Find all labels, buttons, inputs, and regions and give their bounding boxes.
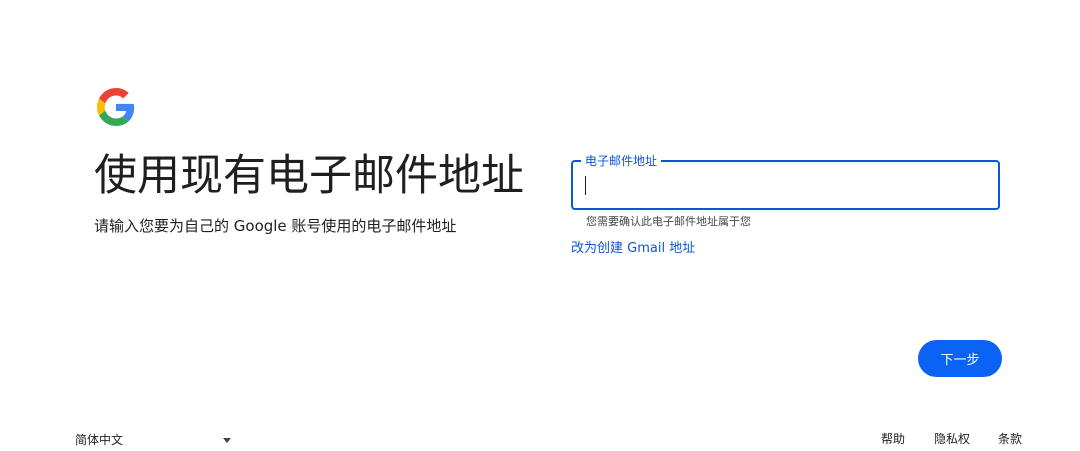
email-helper-text: 您需要确认此电子邮件地址属于您 [586,215,751,228]
text-cursor [585,176,586,195]
google-logo-icon [97,88,135,126]
email-field[interactable]: 电子邮件地址 [571,153,1000,210]
page-title: 使用现有电子邮件地址 [94,151,524,201]
next-button[interactable]: 下一步 [918,340,1002,377]
terms-link[interactable]: 条款 [998,431,1022,447]
page-subtitle: 请输入您要为自己的 Google 账号使用的电子邮件地址 [94,217,457,235]
email-field-label: 电子邮件地址 [581,153,662,169]
footer-links: 帮助 隐私权 条款 [0,431,1080,449]
email-input[interactable] [585,172,985,200]
create-gmail-link[interactable]: 改为创建 Gmail 地址 [571,240,695,257]
privacy-link[interactable]: 隐私权 [934,431,970,447]
help-link[interactable]: 帮助 [881,431,905,447]
